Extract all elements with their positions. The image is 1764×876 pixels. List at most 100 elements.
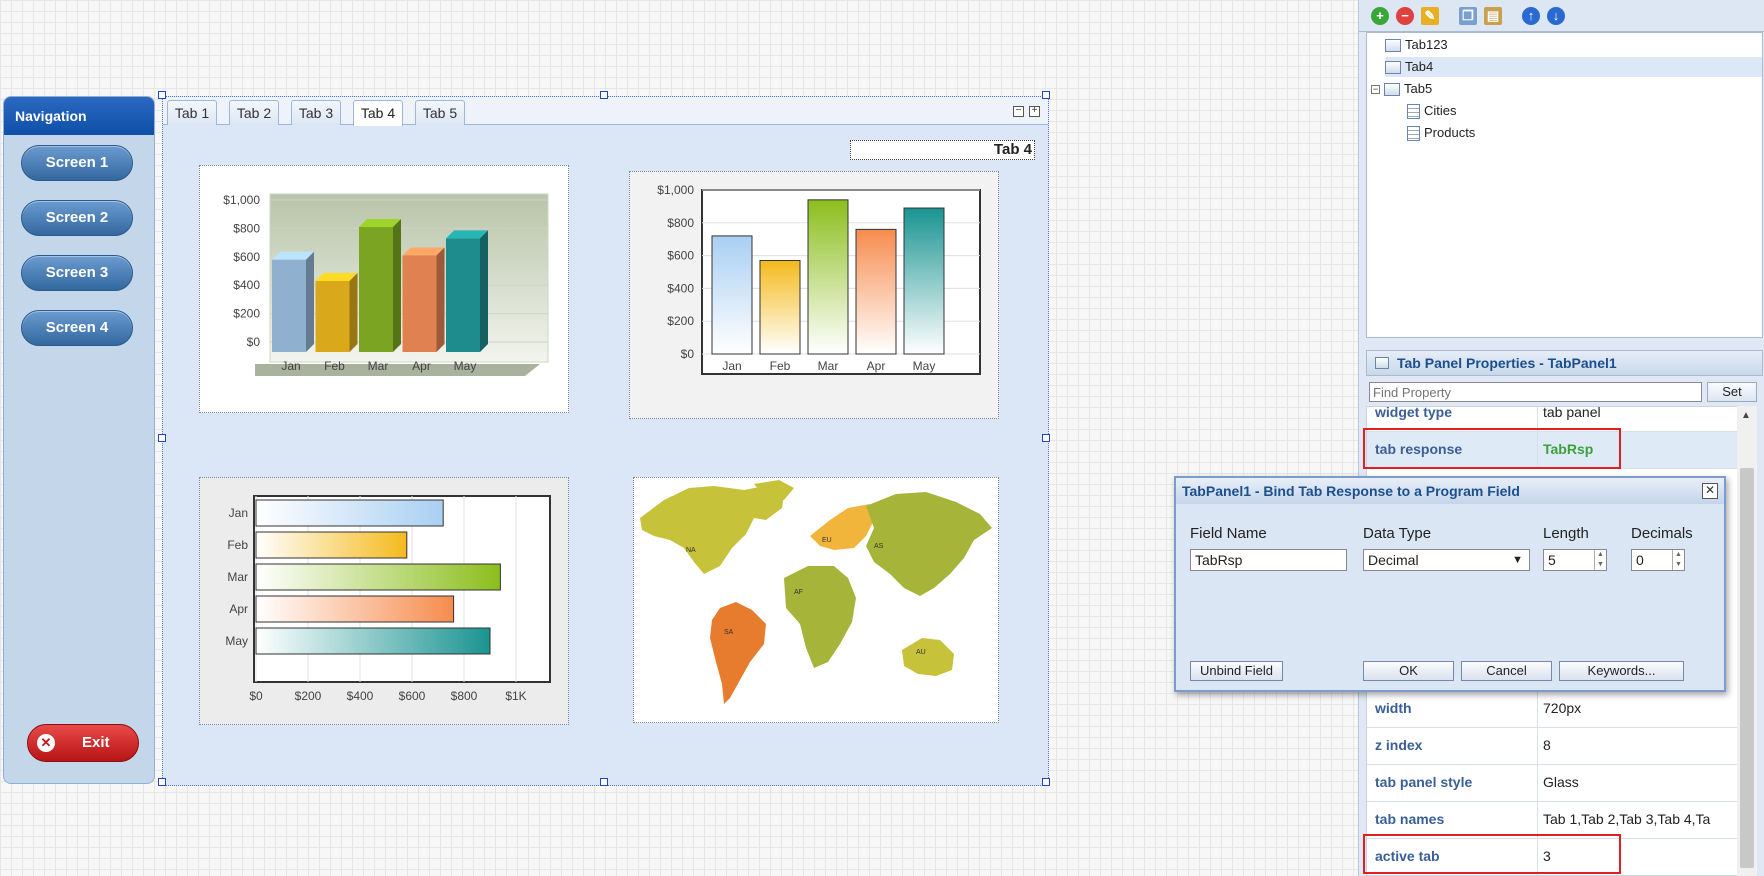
map-label-eu: EU	[822, 537, 832, 544]
unbind-field-button[interactable]: Unbind Field	[1190, 661, 1283, 681]
find-property-input[interactable]	[1369, 382, 1702, 402]
close-icon[interactable]: ✕	[1702, 483, 1718, 499]
move-up-icon[interactable]: ↑	[1522, 7, 1540, 25]
copy-icon[interactable]: ❐	[1459, 7, 1477, 25]
tree-item-cities[interactable]: Cities	[1407, 101, 1457, 121]
bar	[272, 259, 306, 352]
resize-handle[interactable]	[1042, 434, 1050, 442]
length-label: Length	[1543, 525, 1589, 542]
chart-bar-svg: $1,000 $800 $600 $400 $200 $0 Jan Feb Mar Apr May	[657, 183, 981, 375]
tree-item-tab123[interactable]: Tab123	[1385, 35, 1448, 55]
expand-icon[interactable]: +	[1029, 106, 1040, 117]
resize-handle[interactable]	[158, 434, 166, 442]
x-tick-label: May	[454, 359, 477, 373]
tab-3[interactable]: Tab 3	[291, 100, 341, 125]
resize-handle[interactable]	[600, 778, 608, 786]
navigation-title: Navigation	[4, 97, 154, 135]
map-label-sa: SA	[724, 629, 734, 636]
toolbar: + − ✎ ❐ ▤ ↑ ↓	[1359, 0, 1764, 32]
y-tick-label: $200	[233, 307, 260, 321]
y-tick-label: Feb	[227, 538, 248, 552]
resize-handle[interactable]	[1042, 91, 1050, 99]
data-type-select[interactable]: Decimal ▼	[1363, 549, 1530, 571]
bind-dialog: TabPanel1 - Bind Tab Response to a Progr…	[1174, 476, 1726, 692]
property-scrollbar[interactable]: ▲	[1737, 406, 1757, 876]
chart-bar: $1,000 $800 $600 $400 $200 $0 Jan Feb Mar Apr May	[629, 171, 999, 419]
y-tick-label: Jan	[229, 506, 248, 520]
bar	[255, 627, 491, 655]
scrollbar-thumb[interactable]	[1740, 468, 1754, 868]
decimals-label: Decimals	[1631, 525, 1693, 542]
move-down-icon[interactable]: ↓	[1547, 7, 1565, 25]
resize-handle[interactable]	[600, 91, 608, 99]
y-tick-label: $1,000	[223, 193, 260, 207]
keywords-button[interactable]: Keywords...	[1559, 661, 1684, 681]
tree-item-label: Cities	[1424, 103, 1457, 118]
tree-item-tab5[interactable]: − Tab5	[1371, 79, 1432, 99]
exit-button[interactable]: ✕ Exit	[27, 724, 139, 762]
set-button[interactable]: Set	[1707, 382, 1757, 402]
bar	[759, 260, 801, 355]
tab-content-label: Tab 4	[850, 140, 1035, 160]
tree-item-label: Tab4	[1405, 59, 1434, 74]
field-name-input[interactable]: TabRsp	[1190, 549, 1347, 571]
property-name: tab names	[1375, 811, 1445, 827]
x-tick-label: Feb	[324, 359, 345, 373]
property-row[interactable]: width 720px	[1367, 691, 1738, 728]
field-name-label: Field Name	[1190, 525, 1267, 542]
tab-2[interactable]: Tab 2	[229, 100, 279, 125]
properties-title: Tab Panel Properties - TabPanel1	[1366, 350, 1763, 376]
chart-hbar-svg: $0 $200 $400 $600 $800 $1K Jan Feb Mar Apr May	[225, 495, 551, 703]
map-asia	[866, 492, 992, 596]
x-tick-label: May	[913, 359, 936, 373]
tree-item-label: Tab123	[1405, 37, 1448, 52]
data-type-label: Data Type	[1363, 525, 1432, 542]
add-icon[interactable]: +	[1371, 7, 1389, 25]
collapse-tree-icon[interactable]: −	[1371, 85, 1380, 95]
paste-icon[interactable]: ▤	[1484, 7, 1502, 25]
screen-3-button[interactable]: Screen 3	[21, 255, 133, 291]
tab-icon	[1385, 61, 1401, 75]
decimals-input[interactable]: 0 ▲ ▼	[1631, 549, 1685, 571]
chevron-down-icon: ▼	[1512, 554, 1523, 566]
scroll-up-icon[interactable]: ▲	[1741, 410, 1751, 421]
spinner-icon[interactable]: ▲ ▼	[1672, 550, 1684, 570]
spinner-icon[interactable]: ▲ ▼	[1594, 550, 1606, 570]
property-row[interactable]: z index 8	[1367, 728, 1738, 765]
tab-4[interactable]: Tab 4	[353, 100, 403, 126]
tree-item-products[interactable]: Products	[1407, 123, 1475, 143]
screen-2-button[interactable]: Screen 2	[21, 200, 133, 236]
ok-button[interactable]: OK	[1363, 661, 1454, 681]
y-tick-label: $0	[247, 335, 261, 349]
tree-item-tab4[interactable]: Tab4	[1385, 57, 1762, 77]
tab-bar: Tab 1 Tab 2 Tab 3 Tab 4 Tab 5 − +	[163, 97, 1048, 126]
x-tick-label: Jan	[722, 359, 741, 373]
property-row[interactable]: tab panel style Glass	[1367, 765, 1738, 802]
screen-1-button[interactable]: Screen 1	[21, 145, 133, 181]
bar-side	[306, 251, 314, 352]
y-tick-label: $800	[667, 216, 694, 230]
x-tick-label: Apr	[867, 359, 886, 373]
world-map: NA EU AS AF SA AU	[633, 477, 999, 723]
grid-icon	[1407, 104, 1420, 120]
map-south-america	[710, 602, 766, 704]
remove-icon[interactable]: −	[1396, 7, 1414, 25]
tab-5[interactable]: Tab 5	[415, 100, 465, 125]
collapse-icon[interactable]: −	[1013, 106, 1024, 117]
resize-handle[interactable]	[1042, 778, 1050, 786]
screen-4-button[interactable]: Screen 4	[21, 310, 133, 346]
bar	[359, 227, 393, 352]
length-input[interactable]: 5 ▲ ▼	[1543, 549, 1607, 571]
resize-handle[interactable]	[158, 91, 166, 99]
map-north-america	[640, 486, 784, 574]
resize-handle[interactable]	[158, 778, 166, 786]
data-type-value: Decimal	[1368, 552, 1419, 568]
bar	[255, 595, 455, 623]
grid-icon	[1407, 126, 1420, 142]
x-tick-label: Jan	[281, 359, 300, 373]
edit-icon[interactable]: ✎	[1421, 7, 1439, 25]
tab-panel[interactable]: Tab 1 Tab 2 Tab 3 Tab 4 Tab 5 − + Tab 4 …	[162, 96, 1049, 786]
tab-1[interactable]: Tab 1	[167, 100, 217, 125]
cancel-button[interactable]: Cancel	[1461, 661, 1552, 681]
length-value: 5	[1548, 552, 1556, 568]
